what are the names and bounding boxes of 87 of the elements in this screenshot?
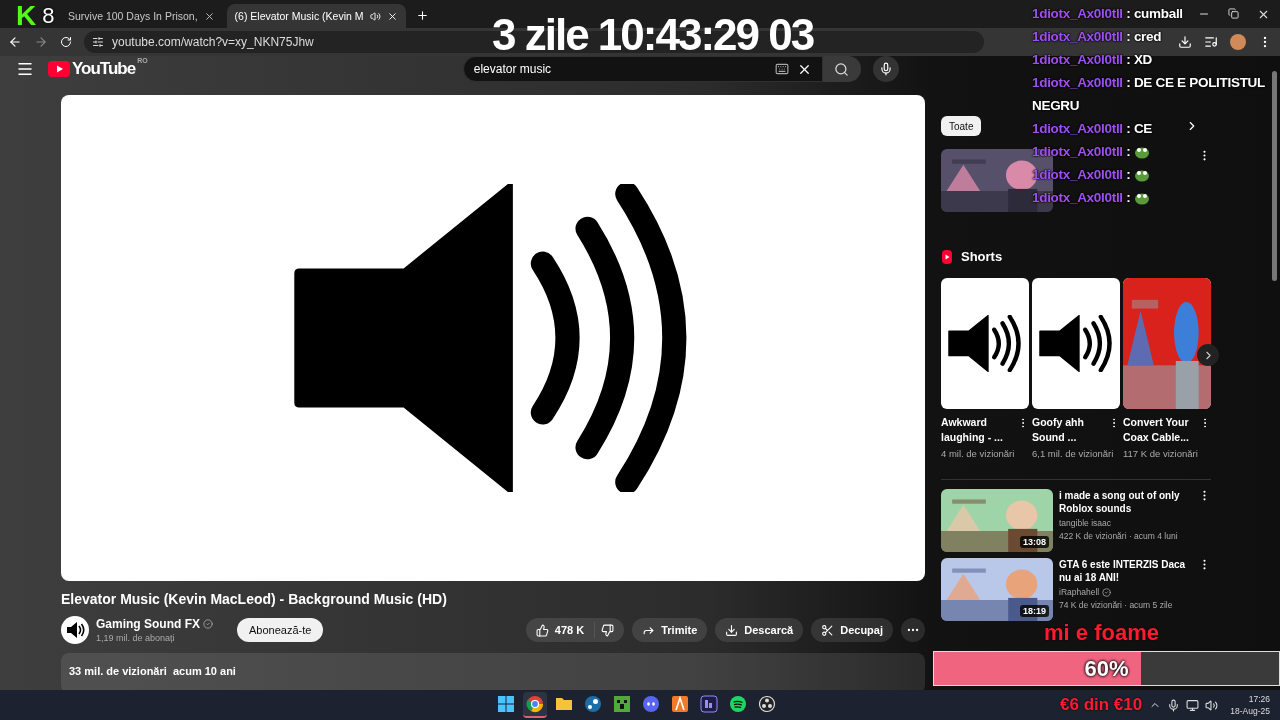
- keyboard-icon[interactable]: [774, 62, 789, 76]
- search-field[interactable]: elevator music: [462, 56, 823, 82]
- view-count: 6,1 mil. de vizionări: [1032, 447, 1115, 461]
- goal-amount: €6 din €10: [1060, 695, 1143, 715]
- description-panel[interactable]: 33 mil. de vizionări acum 10 ani: [61, 653, 925, 690]
- close-icon[interactable]: [1257, 8, 1270, 21]
- channel-logo: K: [16, 2, 37, 30]
- chat-message: 1diotx_Ax0l0tll : XD: [1032, 51, 1153, 69]
- chat-message: 1diotx_Ax0l0tll :: [1032, 186, 1151, 209]
- thumbs-down-icon[interactable]: [601, 623, 615, 637]
- forward-icon[interactable]: [34, 35, 48, 49]
- chat-message: 1diotx_Ax0l0tll :: [1032, 140, 1151, 163]
- play-logo-icon: [48, 61, 70, 77]
- view-stats: 33 mil. de vizionări acum 10 ani: [69, 665, 236, 677]
- app-icon[interactable]: [729, 695, 747, 713]
- app-icon[interactable]: [613, 695, 631, 713]
- short-thumbnail[interactable]: [941, 278, 1029, 409]
- taskbar-button[interactable]: [523, 692, 547, 718]
- volume-icon[interactable]: [1205, 698, 1219, 712]
- chat-message: 1diotx_Ax0l0tll : cred: [1032, 28, 1162, 46]
- channel-name[interactable]: Gaming Sound FX: [96, 617, 213, 631]
- browser-tab[interactable]: (6) Elevator Music (Kevin M: [226, 4, 406, 28]
- mic-icon: [878, 62, 893, 76]
- download-icon: [725, 623, 739, 637]
- folder-icon[interactable]: [555, 695, 573, 713]
- channel-name[interactable]: tangible isaac: [1059, 518, 1192, 528]
- network-icon[interactable]: [1186, 698, 1200, 712]
- more-button[interactable]: [901, 618, 925, 642]
- back-icon[interactable]: [8, 35, 22, 49]
- video-player[interactable]: [61, 95, 925, 581]
- video-title[interactable]: i made a song out of only Roblox sounds: [1059, 489, 1192, 515]
- chat-message: 1diotx_Ax0l0tll : DE CE E POLITISTUL NEGRU: [1032, 74, 1266, 115]
- next-button[interactable]: [1197, 344, 1219, 366]
- avatar-icon[interactable]: [1230, 34, 1246, 50]
- goal-title: mi e foame: [1044, 620, 1159, 646]
- view-count: 117 K de vizionări: [1123, 447, 1199, 461]
- voice-search-button[interactable]: [872, 56, 899, 82]
- reload-icon[interactable]: [60, 36, 72, 48]
- clock[interactable]: 17:26 18-Aug-25: [1230, 693, 1270, 717]
- menu-icon[interactable]: [16, 60, 34, 78]
- search-icon: [834, 61, 850, 77]
- app-icon[interactable]: [642, 695, 660, 713]
- subscribe-button[interactable]: Abonează-te: [237, 618, 324, 642]
- chat-message: 1diotx_Ax0l0tll : CE: [1032, 120, 1153, 138]
- app-icon[interactable]: [700, 695, 718, 713]
- short-title[interactable]: Goofy ahh Sound ...: [1032, 415, 1108, 445]
- scrollbar[interactable]: [1272, 71, 1277, 281]
- section-title: Shorts: [961, 249, 1003, 264]
- start-icon[interactable]: [497, 695, 515, 713]
- download-icon[interactable]: [1178, 35, 1192, 49]
- action-button[interactable]: Descarcă: [715, 618, 804, 642]
- video-title: Elevator Music (Kevin MacLeod) - Background Music (HD): [61, 591, 448, 607]
- mic-icon[interactable]: [1167, 698, 1181, 712]
- close-icon[interactable]: [386, 10, 398, 22]
- shorts-icon: [941, 249, 953, 264]
- action-button[interactable]: Trimite: [632, 618, 708, 642]
- video-meta: 422 K de vizionări · acum 4 luni: [1059, 531, 1179, 541]
- media-icon[interactable]: [1204, 35, 1218, 49]
- app-icon[interactable]: [671, 695, 689, 713]
- short-title[interactable]: Awkward laughing - ...: [941, 415, 1017, 445]
- counter-text: 8: [42, 3, 55, 29]
- video-meta: 74 K de vizionări · acum 5 zile: [1059, 600, 1174, 610]
- thumbs-up-icon: [535, 623, 549, 637]
- url-text: youtube.com/watch?v=xy_NKN75Jhw: [112, 35, 314, 49]
- duration-label: 13:08: [1019, 536, 1049, 548]
- browser-icon[interactable]: [526, 695, 544, 713]
- new-tab-icon[interactable]: [415, 9, 429, 22]
- chat-message: 1diotx_Ax0l0tll : cumball: [1032, 5, 1183, 23]
- scissors-icon: [821, 623, 835, 637]
- search-button[interactable]: [822, 56, 861, 82]
- action-button[interactable]: Decupaj: [811, 618, 893, 642]
- video-title[interactable]: GTA 6 este INTERZIS Daca nu ai 18 ANI!: [1059, 558, 1192, 584]
- browser-tab[interactable]: Survive 100 Days In Prison,: [60, 4, 223, 28]
- filter-chip[interactable]: Toate: [941, 116, 982, 136]
- view-count: 4 mil. de vizionări: [941, 447, 1016, 461]
- short-title[interactable]: Convert Your Coax Cable...: [1123, 415, 1199, 445]
- restore-icon[interactable]: [1228, 8, 1239, 19]
- site-settings-icon[interactable]: [92, 36, 104, 48]
- channel-avatar[interactable]: [61, 616, 89, 644]
- app-icon[interactable]: [584, 695, 602, 713]
- short-thumbnail[interactable]: [1032, 278, 1120, 409]
- duration-label: 18:19: [1019, 605, 1049, 617]
- close-icon[interactable]: [203, 10, 215, 22]
- goal-percent: 60%: [1084, 655, 1129, 682]
- like-button[interactable]: 478 K: [525, 618, 625, 642]
- channel-name[interactable]: iRaphahell: [1059, 587, 1192, 597]
- subscriber-count: 1,19 mil. de abonați: [96, 633, 176, 643]
